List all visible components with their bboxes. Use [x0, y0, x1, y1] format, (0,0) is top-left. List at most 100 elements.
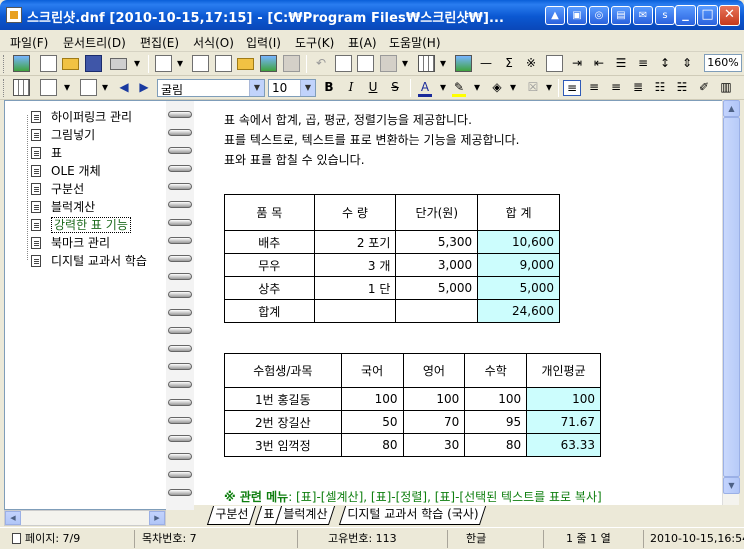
tree-item[interactable]: 하이퍼링크 관리 [31, 109, 134, 125]
tree-view-icon[interactable] [13, 79, 30, 96]
table-cell[interactable]: 5,300 [395, 230, 479, 254]
line-icon[interactable]: — [477, 56, 495, 70]
height-icon[interactable]: ↕ [656, 56, 674, 70]
font-dropdown-icon[interactable]: ▼ [249, 80, 264, 96]
table-cell[interactable]: 5,000 [395, 276, 479, 300]
minimize-button[interactable]: _ [675, 5, 696, 26]
highlight-dropdown-icon[interactable]: ▾ [468, 80, 486, 94]
table-icon[interactable] [418, 55, 435, 72]
bold-button[interactable]: B [320, 80, 338, 94]
table-cell[interactable]: 3번 임꺽정 [224, 433, 342, 457]
tree-item-selected[interactable]: 강력한 표 기능 [31, 217, 133, 233]
menu-edit[interactable]: 편집(E) [140, 34, 179, 51]
paste-doc-icon[interactable] [215, 55, 232, 72]
font-select[interactable]: 굴림 ▼ [157, 79, 265, 97]
undo-icon[interactable]: ↶ [312, 56, 330, 70]
sheet-tab[interactable]: 구분선 [206, 506, 257, 525]
paste-dropdown-icon[interactable]: ▾ [396, 56, 414, 70]
cut-icon[interactable] [335, 55, 352, 72]
move-folder-icon[interactable] [237, 58, 254, 70]
table-cell[interactable]: 5,000 [477, 276, 560, 300]
print-dropdown-icon[interactable]: ▾ [128, 56, 146, 70]
table-cell[interactable] [395, 299, 479, 323]
para-spacing-icon[interactable]: ⇕ [678, 56, 696, 70]
table-cell[interactable]: 80 [464, 433, 528, 457]
price-table[interactable]: 품 목 수 량 단가(원) 합 계 배추 2 포기 5,300 10,600 무… [224, 194, 560, 323]
properties-icon[interactable] [283, 55, 300, 72]
menu-insert[interactable]: 입력(I) [246, 34, 281, 51]
table-cell[interactable]: 100 [402, 387, 466, 411]
strike-button[interactable]: S [386, 80, 404, 94]
font-size-dropdown-icon[interactable]: ▼ [300, 80, 315, 96]
tree-item[interactable]: 디지털 교과서 학습 [31, 253, 149, 269]
browser-button[interactable]: ◎ [589, 6, 609, 25]
sheet-tab-active[interactable]: 블럭계산 [274, 506, 336, 525]
border-dropdown-icon[interactable]: ▾ [540, 80, 558, 94]
align-right-button[interactable]: ≡ [607, 80, 625, 94]
table-cell[interactable]: 1번 홍길동 [224, 387, 342, 411]
table-cell[interactable]: 63.33 [526, 433, 601, 457]
table-cell[interactable]: 100 [340, 387, 404, 411]
menu-file[interactable]: 파일(F) [10, 34, 48, 51]
tree-item[interactable]: 그림넣기 [31, 127, 97, 143]
view-button[interactable]: ▣ [567, 6, 587, 25]
highlight-icon[interactable]: ✎ [452, 80, 466, 97]
align-center-button[interactable]: ≡ [585, 80, 603, 94]
paste-icon[interactable] [380, 55, 397, 72]
back-arrow-icon[interactable]: ◀ [115, 80, 133, 94]
image-icon[interactable] [455, 55, 472, 72]
tree-item[interactable]: 블럭계산 [31, 199, 97, 215]
doc-style-icon[interactable] [40, 79, 57, 96]
mail-button[interactable]: ✉ [633, 6, 653, 25]
table-cell[interactable]: 상추 [224, 276, 315, 300]
status-language[interactable]: 한글 [462, 530, 544, 548]
scroll-left-button[interactable]: ◀ [5, 511, 21, 525]
menu-table[interactable]: 표(A) [348, 34, 377, 51]
bullet-list-icon[interactable]: ☷ [651, 80, 669, 94]
memo-icon[interactable] [546, 55, 563, 72]
scroll-thumb[interactable] [723, 117, 740, 477]
indent-icon[interactable]: ⇥ [568, 56, 586, 70]
clear-format-icon[interactable]: ▥ [717, 80, 735, 94]
tree-horizontal-scrollbar[interactable]: ◀ ▶ [4, 510, 166, 526]
zoom-field[interactable]: 160% [704, 54, 742, 72]
table-cell[interactable]: 10,600 [477, 230, 560, 254]
underline-button[interactable]: U [364, 80, 382, 94]
menu-format[interactable]: 서식(O) [193, 34, 234, 51]
save-icon[interactable] [85, 55, 102, 72]
ie-icon[interactable] [13, 55, 30, 72]
align-justify-button[interactable]: ≣ [629, 80, 647, 94]
table-cell[interactable]: 3 개 [313, 253, 397, 277]
table-cell[interactable]: 30 [402, 433, 466, 457]
table-cell[interactable] [313, 299, 397, 323]
page-setup-dropdown-icon[interactable]: ▾ [96, 80, 114, 94]
table-cell[interactable]: 71.67 [526, 410, 601, 434]
outdent-icon[interactable]: ⇤ [590, 56, 608, 70]
new-doc-icon[interactable] [40, 55, 57, 72]
sheet-tab[interactable]: 디지털 교과서 학습 (국사) [338, 506, 487, 525]
page-dropdown-icon[interactable]: ▾ [171, 56, 189, 70]
scroll-right-button[interactable]: ▶ [149, 511, 165, 525]
close-button[interactable]: ✕ [719, 5, 740, 26]
table-cell[interactable]: 95 [464, 410, 528, 434]
copy-icon[interactable] [357, 55, 374, 72]
table-cell[interactable]: 100 [526, 387, 601, 411]
font-size-select[interactable]: 10 ▼ [268, 79, 316, 97]
s-button[interactable]: s [655, 6, 675, 25]
forward-arrow-icon[interactable]: ▶ [135, 80, 153, 94]
menu-doctree[interactable]: 문서트리(D) [63, 34, 126, 51]
doc-style-dropdown-icon[interactable]: ▾ [58, 80, 76, 94]
notepad-button[interactable]: ▤ [611, 6, 631, 25]
menu-help[interactable]: 도움말(H) [389, 34, 441, 51]
format-painter-icon[interactable]: ✐ [695, 80, 713, 94]
tree-item[interactable]: OLE 개체 [31, 163, 103, 179]
table-dropdown-icon[interactable]: ▾ [434, 56, 452, 70]
line-spacing-icon[interactable]: ≡ [634, 56, 652, 70]
italic-button[interactable]: I [342, 80, 360, 94]
page-setup-icon[interactable] [80, 79, 97, 96]
vertical-scrollbar[interactable]: ▲ ▼ [722, 100, 740, 510]
app-icon[interactable] [6, 7, 22, 23]
menu-tools[interactable]: 도구(K) [295, 34, 334, 51]
fill-dropdown-icon[interactable]: ▾ [504, 80, 522, 94]
tree-item[interactable]: 표 [31, 145, 64, 161]
